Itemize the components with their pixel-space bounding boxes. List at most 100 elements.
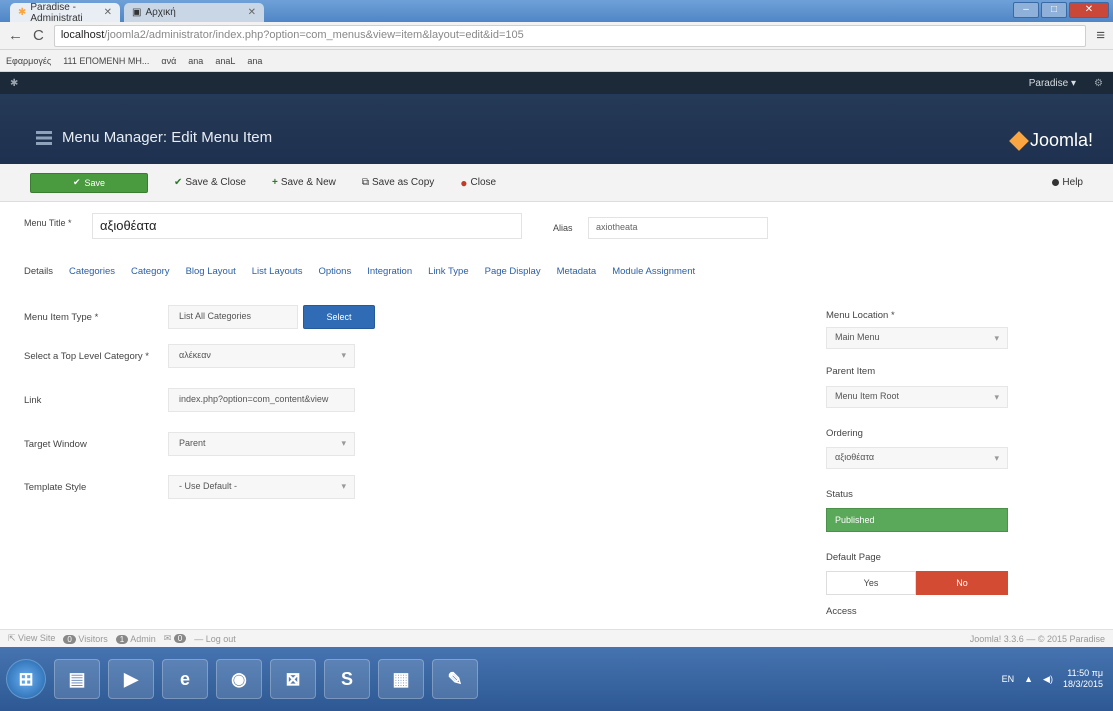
- minimize-button[interactable]: –: [1013, 2, 1039, 18]
- tab-paradise-admin[interactable]: ✱ Paradise - Administrati ✕: [10, 2, 120, 24]
- save-copy-button[interactable]: ⧉ Save as Copy: [362, 177, 434, 188]
- visitors-count: 0 Visitors: [63, 634, 108, 644]
- page-header: Menu Manager: Edit Menu Item Joomla!: [0, 94, 1113, 164]
- tab-details[interactable]: Details: [24, 266, 53, 277]
- close-window-button[interactable]: ✕: [1069, 2, 1109, 18]
- tab-metadata[interactable]: Metadata: [557, 266, 597, 277]
- bookmark-item[interactable]: ana: [188, 56, 203, 66]
- chevron-down-icon: ▾: [341, 350, 346, 360]
- default-page-toggle: Yes No: [826, 571, 1008, 595]
- copy-icon: ⧉: [361, 177, 369, 188]
- tab-categories[interactable]: Categories: [69, 266, 115, 277]
- close-tab-icon[interactable]: ✕: [104, 7, 112, 18]
- menu-title-input[interactable]: αξιοθέατα: [92, 213, 522, 239]
- url-input[interactable]: localhost/joomla2/administrator/index.ph…: [53, 24, 1087, 47]
- toolbar: ✔ Save ✔ Save & Close + Save & New ⧉ Sav…: [0, 164, 1113, 202]
- admin-topbar: ✱ Paradise ▾ ⚙: [0, 72, 1113, 94]
- volume-icon[interactable]: ◀): [1043, 674, 1053, 685]
- chevron-down-icon: ▾: [994, 333, 999, 343]
- tab-home[interactable]: ▣ Αρχική ✕: [124, 3, 264, 22]
- tab-blog-layout[interactable]: Blog Layout: [186, 266, 236, 277]
- menu-icon[interactable]: ≡: [1096, 27, 1105, 44]
- target-window-label: Target Window: [24, 439, 87, 450]
- editor-icon[interactable]: ▦: [378, 659, 424, 699]
- alias-input[interactable]: axiotheata: [588, 217, 768, 239]
- list-icon: [36, 131, 52, 145]
- windows-start-icon[interactable]: ⊞: [6, 659, 46, 699]
- parent-item-select[interactable]: Menu Item Root ▾: [826, 386, 1008, 408]
- mail-count: ✉ 0: [164, 633, 187, 644]
- gear-icon[interactable]: ⚙: [1094, 78, 1103, 89]
- link-field: index.php?option=com_content&view: [168, 388, 355, 412]
- network-icon[interactable]: ▲: [1024, 674, 1033, 684]
- windows-taskbar: ⊞ ▤ ▶ e ◉ ⊠ S ▦ ✎ EN ▲ ◀) 11:50 πμ 18/3/…: [0, 647, 1113, 711]
- internet-explorer-icon[interactable]: e: [162, 659, 208, 699]
- bookmark-item[interactable]: 111 ΕΠΟΜΕΝΗ ΜΗ...: [63, 56, 149, 66]
- back-arrow-icon[interactable]: ←: [8, 27, 23, 44]
- tab-module-assignment[interactable]: Module Assignment: [612, 266, 695, 277]
- bookmark-apps[interactable]: Εφαρμογές: [6, 56, 51, 66]
- joomla-logo: Joomla!: [1009, 130, 1093, 151]
- language-indicator[interactable]: EN: [1002, 674, 1015, 684]
- close-circle-icon: ●: [460, 175, 468, 190]
- app-icon[interactable]: ⊠: [270, 659, 316, 699]
- file-explorer-icon[interactable]: ▤: [54, 659, 100, 699]
- default-no-button[interactable]: No: [916, 571, 1008, 595]
- bookmark-item[interactable]: anaL: [215, 56, 235, 66]
- menu-title-row: Menu Title *: [24, 218, 72, 228]
- save-new-button[interactable]: + Save & New: [272, 177, 336, 188]
- tab-link-type[interactable]: Link Type: [428, 266, 469, 277]
- joomla-logo-icon: [1009, 130, 1029, 151]
- template-style-label: Template Style: [24, 482, 87, 493]
- check-icon: ✔: [72, 177, 81, 187]
- admin-count: 1 Admin: [115, 634, 156, 644]
- joomla-menu-icon[interactable]: ✱: [10, 78, 18, 89]
- skype-icon[interactable]: S: [324, 659, 370, 699]
- bookmark-item[interactable]: ανά: [161, 56, 176, 66]
- select-menu-item-type-button[interactable]: Select: [303, 305, 375, 329]
- system-tray: EN ▲ ◀) 11:50 πμ 18/3/2015: [1002, 668, 1107, 690]
- help-icon: [1052, 179, 1060, 186]
- user-menu[interactable]: Paradise ▾: [1029, 78, 1076, 89]
- top-level-category-select[interactable]: αλέκεαν ▾: [168, 344, 355, 368]
- target-window-select[interactable]: Parent ▾: [168, 432, 355, 456]
- bookmark-item[interactable]: ana: [247, 56, 262, 66]
- tab-options[interactable]: Options: [318, 266, 351, 277]
- menu-location-select[interactable]: Main Menu ▾: [826, 327, 1008, 349]
- default-yes-button[interactable]: Yes: [826, 571, 916, 595]
- template-style-select[interactable]: - Use Default - ▾: [168, 475, 355, 499]
- admin-statusbar: ⇱ View Site 0 Visitors 1 Admin ✉ 0 — Log…: [0, 629, 1113, 647]
- ordering-select[interactable]: αξιοθέατα ▾: [826, 447, 1008, 469]
- menu-title-label: Menu Title *: [24, 218, 72, 228]
- menu-item-type-field: List All Categories: [168, 305, 298, 329]
- chrome-icon[interactable]: ◉: [216, 659, 262, 699]
- joomla-favicon-icon: ✱: [18, 7, 27, 18]
- status-select[interactable]: Published: [826, 508, 1008, 532]
- tab-integration[interactable]: Integration: [367, 266, 412, 277]
- top-level-category-label: Select a Top Level Category *: [24, 351, 149, 362]
- chevron-down-icon: ▾: [994, 453, 999, 463]
- close-tab-icon[interactable]: ✕: [248, 7, 256, 18]
- logout-link[interactable]: — Log out: [194, 634, 236, 644]
- chevron-down-icon: ▾: [994, 392, 999, 402]
- help-button[interactable]: Help: [1052, 177, 1083, 188]
- bookmarks-bar: Εφαρμογές 111 ΕΠΟΜΕΝΗ ΜΗ... ανά ana anaL…: [0, 50, 1113, 72]
- tab-list-layouts[interactable]: List Layouts: [252, 266, 303, 277]
- page-favicon-icon: ▣: [132, 7, 142, 18]
- media-player-icon[interactable]: ▶: [108, 659, 154, 699]
- plus-icon: +: [271, 177, 278, 188]
- edit-tabs: Details Categories Category Blog Layout …: [24, 266, 695, 277]
- clock[interactable]: 11:50 πμ 18/3/2015: [1063, 668, 1103, 690]
- page-title: Menu Manager: Edit Menu Item: [62, 129, 273, 146]
- close-button[interactable]: ● Close: [460, 176, 496, 190]
- reload-icon[interactable]: C: [33, 27, 44, 44]
- save-button[interactable]: ✔ Save: [30, 172, 148, 193]
- tab-page-display[interactable]: Page Display: [485, 266, 541, 277]
- menu-item-type-label: Menu Item Type *: [24, 312, 99, 323]
- tab-category[interactable]: Category: [131, 266, 170, 277]
- paint-icon[interactable]: ✎: [432, 659, 478, 699]
- parent-item-label: Parent Item: [826, 366, 876, 377]
- save-close-button[interactable]: ✔ Save & Close: [174, 177, 246, 188]
- maximize-button[interactable]: □: [1041, 2, 1067, 18]
- view-site-link[interactable]: ⇱ View Site: [8, 633, 55, 644]
